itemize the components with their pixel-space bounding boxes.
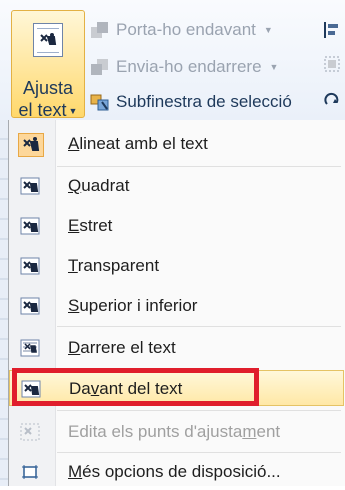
send-backward-label: Envia-ho endarrere [116, 57, 262, 76]
ribbon-arrange-group: Ajusta el text ▼ Porta-ho endavant ▼ Envi… [0, 0, 345, 121]
wrap-text-icon [33, 23, 63, 57]
menu-item-edit-wrap-points[interactable]: Edita els punts d'ajustament [9, 414, 344, 450]
send-backward-button[interactable]: Envia-ho endarrere ▼ [90, 52, 278, 82]
wrap-text-menu: Alineat amb el text Quadrat Estret Trans… [8, 120, 345, 486]
chevron-down-icon: ▼ [269, 62, 279, 72]
menu-item-through[interactable]: Transparent [9, 248, 344, 284]
menu-item-label: Més opcions de disposició... [68, 462, 281, 481]
chevron-down-icon: ▼ [68, 106, 78, 116]
menu-separator [57, 166, 341, 167]
selection-pane-icon [90, 92, 110, 112]
in-line-with-text-icon [18, 133, 44, 157]
menu-item-label: Transparent [68, 256, 160, 275]
menu-item-tight[interactable]: Estret [9, 208, 344, 244]
group-icon[interactable] [323, 54, 341, 74]
bring-forward-button[interactable]: Porta-ho endavant ▼ [90, 15, 273, 45]
align-icon[interactable] [323, 20, 341, 40]
menu-item-label: Estret [68, 216, 113, 235]
wrap-text-label-2: el text ▼ [18, 100, 78, 120]
through-wrap-icon [18, 255, 44, 279]
behind-text-icon [18, 337, 44, 361]
chevron-down-icon: ▼ [263, 25, 273, 35]
bring-forward-label: Porta-ho endavant [116, 20, 256, 39]
wrap-text-button[interactable]: Ajusta el text ▼ [11, 10, 85, 120]
menu-separator [57, 410, 341, 411]
send-backward-icon [90, 57, 110, 77]
menu-item-label: Superior i inferior [68, 296, 198, 315]
tight-wrap-icon [18, 215, 44, 239]
menu-separator [57, 452, 341, 453]
menu-item-more-layout-options[interactable]: Més opcions de disposició... [9, 454, 344, 490]
selection-pane-button[interactable]: Subfinestra de selecció [90, 87, 292, 117]
edit-wrap-points-icon [18, 421, 44, 445]
menu-item-top-and-bottom[interactable]: Superior i inferior [9, 288, 344, 324]
top-and-bottom-wrap-icon [18, 295, 44, 319]
menu-item-label: Alineat amb el text [68, 134, 208, 153]
selection-pane-label: Subfinestra de selecció [116, 92, 292, 111]
rotate-icon[interactable] [323, 90, 341, 110]
square-wrap-icon [18, 175, 44, 199]
document-edge [0, 120, 8, 486]
menu-item-in-line-with-text[interactable]: Alineat amb el text [9, 126, 344, 162]
menu-item-label: Quadrat [68, 176, 130, 195]
menu-item-square[interactable]: Quadrat [9, 168, 344, 204]
bring-forward-icon [90, 20, 110, 40]
highlight-annotation-box [12, 368, 259, 406]
more-layout-options-icon [18, 461, 44, 485]
menu-item-label: Darrere el text [68, 338, 176, 357]
menu-separator [57, 326, 341, 327]
menu-item-behind-text[interactable]: Darrere el text [9, 330, 344, 366]
menu-item-label: Edita els punts d'ajustament [68, 422, 281, 441]
wrap-text-label-1: Ajusta [22, 78, 74, 98]
